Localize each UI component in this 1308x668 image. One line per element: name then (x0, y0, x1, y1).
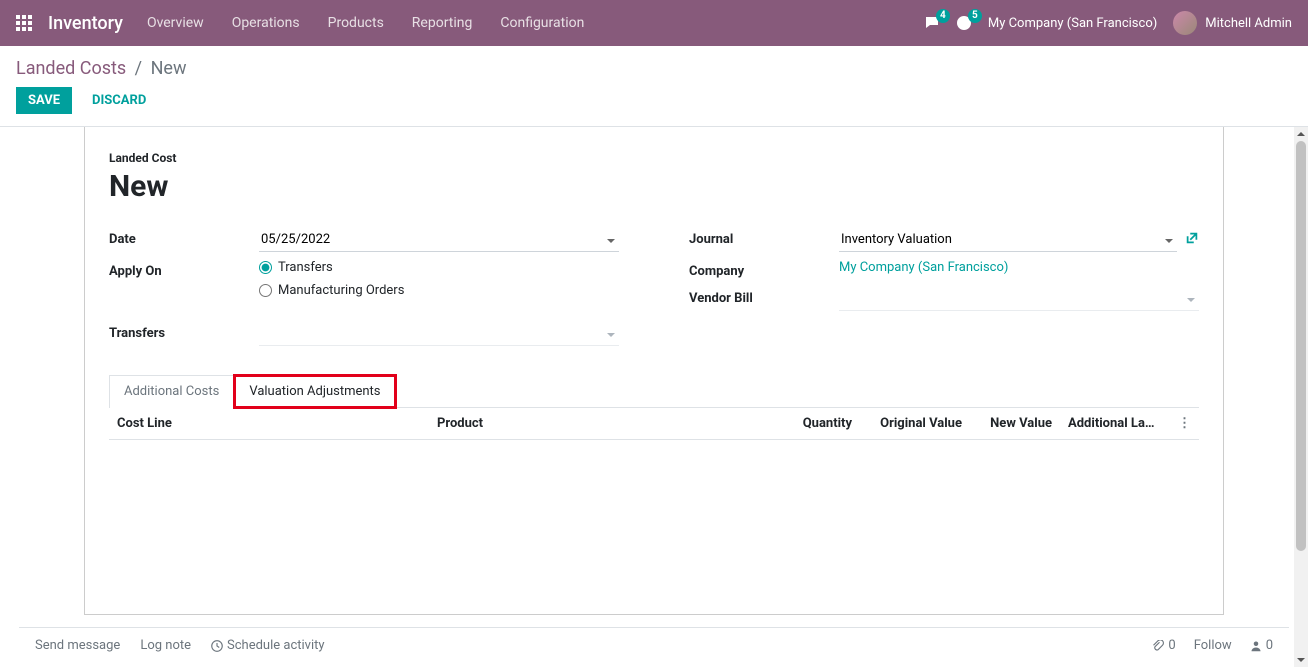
user-name: Mitchell Admin (1205, 16, 1292, 31)
col-new-value: New Value (970, 416, 1060, 431)
label-transfers: Transfers (109, 322, 259, 341)
systray: 4 5 My Company (San Francisco) Mitchell … (924, 11, 1292, 35)
radio-manufacturing-orders[interactable]: Manufacturing Orders (259, 283, 619, 298)
notebook-tabs: Additional Costs Valuation Adjustments (109, 374, 1199, 408)
label-company: Company (689, 260, 839, 279)
activities-icon[interactable]: 5 (956, 15, 972, 31)
scroll-up-icon[interactable] (1294, 127, 1308, 141)
messages-icon[interactable]: 4 (924, 15, 940, 31)
form-sheet: Landed Cost New Date Apply On (84, 127, 1224, 615)
breadcrumb-separator: / (135, 58, 142, 79)
log-note-button[interactable]: Log note (140, 638, 191, 653)
external-link-icon[interactable] (1185, 231, 1199, 249)
radio-transfers[interactable]: Transfers (259, 260, 619, 275)
label-vendor-bill: Vendor Bill (689, 287, 839, 306)
chatter: Send message Log note Schedule activity … (19, 627, 1289, 667)
col-additional-landed: Additional La… (1060, 416, 1170, 431)
radio-mo-input[interactable] (259, 284, 272, 297)
record-title: New (109, 169, 1199, 204)
person-icon (1250, 640, 1262, 652)
messages-badge: 4 (936, 9, 950, 23)
vendor-bill-input[interactable] (839, 287, 1199, 311)
control-panel: Landed Costs / New Save Discard (0, 46, 1308, 114)
schedule-activity-button[interactable]: Schedule activity (211, 638, 325, 653)
date-input[interactable] (259, 228, 619, 252)
col-cost-line: Cost Line (109, 416, 429, 431)
col-quantity: Quantity (780, 416, 860, 431)
col-original-value: Original Value (860, 416, 970, 431)
label-journal: Journal (689, 228, 839, 247)
optional-columns-icon[interactable]: ⋮ (1170, 416, 1199, 431)
user-menu[interactable]: Mitchell Admin (1173, 11, 1292, 35)
scrollbar-track[interactable] (1294, 141, 1308, 653)
menu-operations[interactable]: Operations (232, 15, 300, 31)
table-header: Cost Line Product Quantity Original Valu… (109, 408, 1199, 440)
transfers-input[interactable] (259, 322, 619, 346)
follow-button[interactable]: Follow (1194, 638, 1232, 653)
radio-transfers-label: Transfers (278, 260, 333, 275)
table-body-empty (109, 440, 1199, 590)
label-date: Date (109, 228, 259, 247)
discard-button[interactable]: Discard (80, 87, 158, 114)
activities-badge: 5 (968, 9, 982, 23)
avatar-icon (1173, 11, 1197, 35)
paperclip-icon (1152, 640, 1164, 652)
followers-count[interactable]: 0 (1250, 638, 1273, 653)
company-value[interactable]: My Company (San Francisco) (839, 260, 1008, 275)
menu-overview[interactable]: Overview (147, 15, 204, 31)
label-apply-on: Apply On (109, 260, 259, 279)
caret-down-icon (607, 328, 615, 343)
scrollbar-thumb[interactable] (1296, 141, 1306, 551)
breadcrumb: Landed Costs / New (16, 58, 1292, 79)
col-product: Product (429, 416, 780, 431)
company-switcher[interactable]: My Company (San Francisco) (988, 16, 1157, 31)
app-brand[interactable]: Inventory (48, 13, 123, 34)
radio-transfers-input[interactable] (259, 261, 272, 274)
radio-mo-label: Manufacturing Orders (278, 283, 404, 298)
top-navbar: Inventory Overview Operations Products R… (0, 0, 1308, 46)
caret-down-icon (1187, 293, 1195, 308)
schedule-activity-label: Schedule activity (227, 638, 325, 653)
save-button[interactable]: Save (16, 87, 72, 114)
breadcrumb-current: New (151, 58, 187, 79)
tab-valuation-adjustments[interactable]: Valuation Adjustments (234, 375, 395, 408)
main-menu: Overview Operations Products Reporting C… (147, 15, 584, 31)
journal-input[interactable] (839, 228, 1177, 252)
tab-additional-costs[interactable]: Additional Costs (109, 375, 234, 408)
small-title: Landed Cost (109, 151, 1199, 165)
clock-icon (211, 640, 223, 652)
menu-reporting[interactable]: Reporting (412, 15, 473, 31)
breadcrumb-parent[interactable]: Landed Costs (16, 58, 126, 79)
scroll-down-icon[interactable] (1294, 653, 1308, 667)
apps-icon[interactable] (16, 15, 32, 31)
attachments-count[interactable]: 0 (1152, 638, 1175, 653)
send-message-button[interactable]: Send message (35, 638, 120, 653)
menu-products[interactable]: Products (328, 15, 384, 31)
menu-configuration[interactable]: Configuration (500, 15, 584, 31)
content-area: Landed Cost New Date Apply On (0, 126, 1308, 667)
